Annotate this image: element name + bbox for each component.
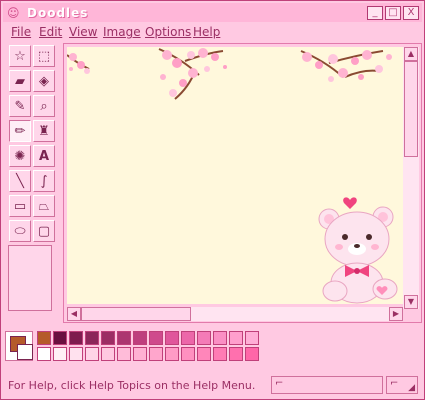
cherry-blossom-right bbox=[300, 50, 392, 82]
palette-swatch[interactable] bbox=[245, 331, 259, 345]
scroll-left-button[interactable]: ◀ bbox=[67, 307, 81, 321]
polygon-icon: ⏢ bbox=[38, 198, 50, 214]
tool-free-select[interactable]: ☆ bbox=[9, 45, 31, 67]
magnifier-icon: ⌕ bbox=[40, 98, 48, 114]
palette-swatch[interactable] bbox=[165, 331, 179, 345]
pencil-icon: ✏ bbox=[14, 123, 26, 139]
tool-airbrush[interactable]: ✺ bbox=[9, 145, 31, 167]
tool-curve[interactable]: ∫ bbox=[33, 170, 55, 192]
vertical-scrollbar[interactable]: ▲ ▼ bbox=[403, 47, 419, 309]
palette-swatch[interactable] bbox=[197, 347, 211, 361]
scroll-down-button[interactable]: ▼ bbox=[404, 295, 418, 309]
tool-options-box[interactable] bbox=[8, 245, 52, 311]
window-title: Doodles bbox=[27, 6, 89, 20]
status-text: For Help, click Help Topics on the Help … bbox=[8, 379, 256, 392]
teddy-bear-image bbox=[318, 197, 398, 304]
cherry-blossom-middle bbox=[158, 48, 227, 100]
palette-swatch[interactable] bbox=[165, 347, 179, 361]
tool-magnifier[interactable]: ⌕ bbox=[33, 95, 55, 117]
tool-ellipse[interactable]: ⬭ bbox=[9, 220, 31, 242]
palette-swatch[interactable] bbox=[197, 331, 211, 345]
tool-rectangle[interactable]: ▭ bbox=[9, 195, 31, 217]
palette-swatch[interactable] bbox=[133, 347, 147, 361]
menu-image[interactable]: Image bbox=[103, 25, 141, 39]
tool-brush[interactable]: ♜ bbox=[33, 120, 55, 142]
palette-swatch[interactable] bbox=[117, 347, 131, 361]
color-palette bbox=[5, 331, 265, 365]
eraser-icon: ▰ bbox=[15, 73, 25, 89]
free-select-icon: ☆ bbox=[14, 48, 26, 64]
selection-size-panel: ⌐ ◢ bbox=[386, 376, 418, 394]
menu-edit[interactable]: Edit bbox=[39, 25, 62, 39]
selection-size-icon: ⌐ bbox=[390, 378, 399, 389]
title-bar[interactable]: ☺ Doodles _ □ X bbox=[3, 3, 422, 22]
palette-swatch[interactable] bbox=[245, 347, 259, 361]
palette-swatch[interactable] bbox=[85, 347, 99, 361]
tool-polygon[interactable]: ⏢ bbox=[33, 195, 55, 217]
tool-pencil[interactable]: ✏ bbox=[9, 120, 31, 142]
palette-swatch[interactable] bbox=[37, 331, 51, 345]
tool-eraser[interactable]: ▰ bbox=[9, 70, 31, 92]
vertical-scroll-thumb[interactable] bbox=[404, 61, 418, 157]
palette-swatch[interactable] bbox=[229, 331, 243, 345]
tool-fill[interactable]: ◈ bbox=[33, 70, 55, 92]
cursor-position-icon: ⌐ bbox=[275, 378, 284, 389]
drawing-canvas[interactable] bbox=[67, 47, 403, 304]
curve-icon: ∫ bbox=[40, 173, 48, 189]
cursor-position-panel: ⌐ bbox=[271, 376, 383, 394]
palette-swatch[interactable] bbox=[149, 347, 163, 361]
palette-swatch[interactable] bbox=[181, 347, 195, 361]
palette-swatch[interactable] bbox=[213, 347, 227, 361]
palette-swatch[interactable] bbox=[69, 347, 83, 361]
color-picker-icon: ✎ bbox=[14, 98, 26, 114]
rectangle-icon: ▭ bbox=[13, 198, 27, 214]
palette-swatch[interactable] bbox=[53, 347, 67, 361]
menu-bar: File Edit View Image Options Help bbox=[3, 24, 422, 41]
horizontal-scrollbar[interactable]: ◀ ▶ bbox=[67, 307, 403, 321]
line-icon: ╲ bbox=[16, 173, 24, 189]
tool-rect-select[interactable]: ⬚ bbox=[33, 45, 55, 67]
palette-swatch[interactable] bbox=[117, 331, 131, 345]
palette-swatch[interactable] bbox=[149, 331, 163, 345]
palette-swatch[interactable] bbox=[181, 331, 195, 345]
palette-swatch[interactable] bbox=[101, 347, 115, 361]
menu-help[interactable]: Help bbox=[193, 25, 220, 39]
menu-file[interactable]: File bbox=[11, 25, 31, 39]
palette-swatch[interactable] bbox=[133, 331, 147, 345]
horizontal-scroll-thumb[interactable] bbox=[81, 307, 191, 321]
rounded-rect-icon: ▢ bbox=[37, 223, 51, 239]
maximize-button[interactable]: □ bbox=[385, 6, 401, 20]
paint-window: ☺ Doodles _ □ X File Edit View Image Opt… bbox=[0, 0, 425, 400]
brush-icon: ♜ bbox=[38, 123, 50, 139]
tool-rounded-rect[interactable]: ▢ bbox=[33, 220, 55, 242]
text-tool-icon: A bbox=[38, 148, 50, 164]
tool-line[interactable]: ╲ bbox=[9, 170, 31, 192]
scroll-up-button[interactable]: ▲ bbox=[404, 47, 418, 61]
scroll-right-button[interactable]: ▶ bbox=[389, 307, 403, 321]
palette-swatch[interactable] bbox=[213, 331, 227, 345]
fill-bucket-icon: ◈ bbox=[39, 73, 49, 89]
minimize-button[interactable]: _ bbox=[367, 6, 383, 20]
resize-grip-icon[interactable]: ◢ bbox=[408, 383, 415, 393]
rect-select-icon: ⬚ bbox=[37, 48, 51, 64]
palette-swatch[interactable] bbox=[229, 347, 243, 361]
palette-swatch[interactable] bbox=[37, 347, 51, 361]
airbrush-icon: ✺ bbox=[14, 148, 26, 164]
palette-swatch[interactable] bbox=[69, 331, 83, 345]
smiley-icon: ☺ bbox=[7, 6, 20, 20]
palette-swatch[interactable] bbox=[53, 331, 67, 345]
ellipse-icon: ⬭ bbox=[14, 223, 26, 239]
tool-text[interactable]: A bbox=[33, 145, 55, 167]
palette-swatch[interactable] bbox=[101, 331, 115, 345]
current-colors[interactable] bbox=[5, 331, 33, 361]
cherry-blossom-left bbox=[67, 53, 90, 74]
palette-swatch[interactable] bbox=[85, 331, 99, 345]
menu-options[interactable]: Options bbox=[145, 25, 191, 39]
canvas-artwork bbox=[67, 48, 398, 304]
status-bar: For Help, click Help Topics on the Help … bbox=[5, 375, 420, 397]
menu-view[interactable]: View bbox=[69, 25, 97, 39]
tool-color-picker[interactable]: ✎ bbox=[9, 95, 31, 117]
background-color bbox=[17, 344, 33, 360]
close-button[interactable]: X bbox=[403, 6, 419, 20]
